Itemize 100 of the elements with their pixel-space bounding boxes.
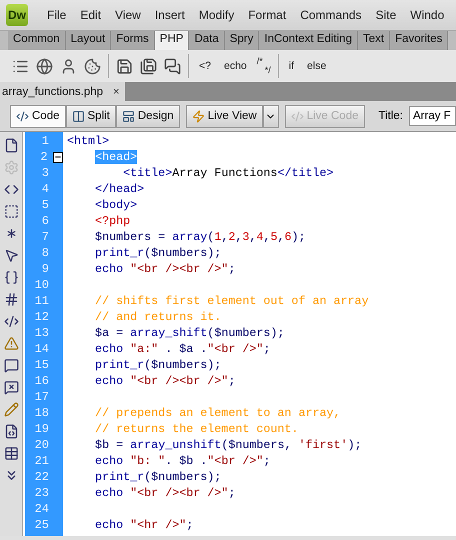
save-all-icon[interactable] (140, 58, 157, 74)
code-icon (290, 110, 304, 122)
code-line: <html> (67, 133, 110, 149)
pencil-icon[interactable] (4, 402, 18, 417)
line-number: 15 (34, 358, 49, 372)
line-number: 16 (34, 374, 49, 388)
line-number: 13 (34, 326, 49, 340)
code-line: // prepends an element to an array, (94, 405, 342, 421)
insert-tab[interactable]: Forms (111, 31, 155, 50)
code-line: echo "<br /><br />"; (94, 261, 236, 277)
code-file-icon[interactable] (4, 424, 18, 439)
warning-icon[interactable] (4, 336, 18, 351)
braces-icon[interactable] (4, 270, 18, 285)
code-line: echo "b: ". $b ."<br />"; (94, 453, 272, 469)
code-tag-icon[interactable] (4, 314, 18, 329)
line-number: 12 (34, 310, 49, 324)
line-number: 18 (34, 406, 49, 420)
line-number: 5 (40, 198, 49, 212)
line-number: 20 (34, 438, 49, 452)
line-number: 17 (34, 390, 49, 404)
remove-comment-icon[interactable] (4, 380, 18, 395)
code-line: // returns the element count. (94, 421, 300, 437)
code-line: print_r($numbers); (94, 245, 222, 261)
view-button[interactable]: Design (116, 104, 180, 128)
code-line: <body> (94, 197, 138, 213)
line-number: 14 (34, 342, 49, 356)
line-number: 3 (40, 166, 49, 180)
menu-item[interactable]: Site (368, 8, 404, 22)
close-button[interactable]: × (113, 86, 120, 98)
insert-tab[interactable]: Text (358, 31, 390, 50)
toolbar-button[interactable]: else (304, 60, 330, 72)
line-number: 23 (34, 486, 49, 500)
code-line: </head> (94, 181, 146, 197)
comment-button[interactable]: /* */ (256, 57, 271, 75)
insert-tab[interactable]: InContext Editing (259, 31, 358, 50)
toolbar-button[interactable]: echo (220, 60, 250, 72)
code-line: // shifts first element out of an array (94, 293, 370, 309)
line-number: 2 (39, 150, 48, 164)
menu-item[interactable]: Format (241, 8, 294, 22)
pointer-icon[interactable] (4, 248, 18, 263)
menu-item[interactable]: Windo (403, 8, 452, 22)
code-line: echo "<br /><br />"; (94, 373, 236, 389)
lightning-icon (192, 110, 205, 122)
line-number: 8 (40, 246, 49, 260)
line-number: 11 (34, 294, 49, 308)
chat-icon[interactable] (164, 58, 181, 74)
insert-tab[interactable]: Layout (66, 31, 112, 50)
line-number: 25 (34, 518, 49, 532)
insert-tab[interactable]: Spry (224, 31, 260, 50)
code-line: echo "<hr />"; (94, 517, 194, 533)
globe-icon[interactable] (36, 58, 53, 74)
insert-tab[interactable]: Favorites (390, 31, 448, 50)
code-line: print_r($numbers); (94, 357, 222, 373)
dropdown-button[interactable] (262, 104, 279, 128)
new-file-icon[interactable] (4, 138, 18, 153)
line-number: 7 (40, 230, 49, 244)
view-button[interactable]: Split (66, 104, 116, 128)
code-line: $a = array_shift($numbers); (94, 325, 286, 341)
menu-item[interactable]: View (108, 8, 148, 22)
line-number: 9 (40, 262, 49, 276)
insert-tab[interactable]: PHP (154, 31, 190, 50)
cookie-icon[interactable] (84, 58, 101, 74)
toolbar-button[interactable]: <? (196, 60, 214, 72)
code-line: <title>Array Functions</title> (122, 165, 335, 181)
code-icon[interactable] (4, 182, 18, 197)
table-icon[interactable] (4, 446, 18, 461)
code-line: print_r($numbers); (94, 469, 222, 485)
save-icon[interactable] (116, 58, 133, 74)
title-label: Title: (378, 110, 403, 122)
document-tab[interactable]: array_functions.php × (0, 82, 126, 101)
menu-item[interactable]: Edit (73, 8, 108, 22)
code-line: $numbers = array(1,2,3,4,5,6); (94, 229, 307, 245)
title-field[interactable]: Array F (409, 106, 456, 126)
app-logo: Dw (6, 4, 28, 26)
dashed-box-icon[interactable] (4, 204, 18, 219)
toolbar-button[interactable]: if (286, 60, 298, 72)
insert-tab[interactable]: Data (189, 31, 225, 50)
line-number: 4 (40, 182, 49, 196)
line-number: 1 (40, 134, 49, 148)
code-line: echo "a:" . $a ."<br />"; (94, 341, 272, 357)
view-button[interactable]: Code (10, 104, 66, 128)
menu-item[interactable]: File (40, 8, 74, 22)
line-number: 24 (34, 502, 49, 516)
code-line: echo "<br /><br />"; (94, 485, 236, 501)
line-number: 22 (34, 470, 49, 484)
live-view-button[interactable]: Live View (186, 104, 263, 128)
layout-icon (122, 110, 135, 122)
line-number: 6 (40, 214, 49, 228)
menu-item[interactable]: Insert (148, 8, 192, 22)
person-icon[interactable] (60, 58, 77, 74)
fold-icon[interactable] (52, 152, 63, 162)
menu-item[interactable]: Commands (293, 8, 369, 22)
code-icon (16, 110, 29, 122)
menu-item[interactable]: Modify (192, 8, 242, 22)
split-view-icon (72, 110, 84, 122)
code-line: <?php (94, 213, 132, 229)
insert-tab[interactable]: Common (8, 31, 66, 50)
comment-icon[interactable] (4, 358, 18, 373)
line-number: 19 (34, 422, 49, 436)
hash-icon[interactable] (4, 292, 18, 307)
